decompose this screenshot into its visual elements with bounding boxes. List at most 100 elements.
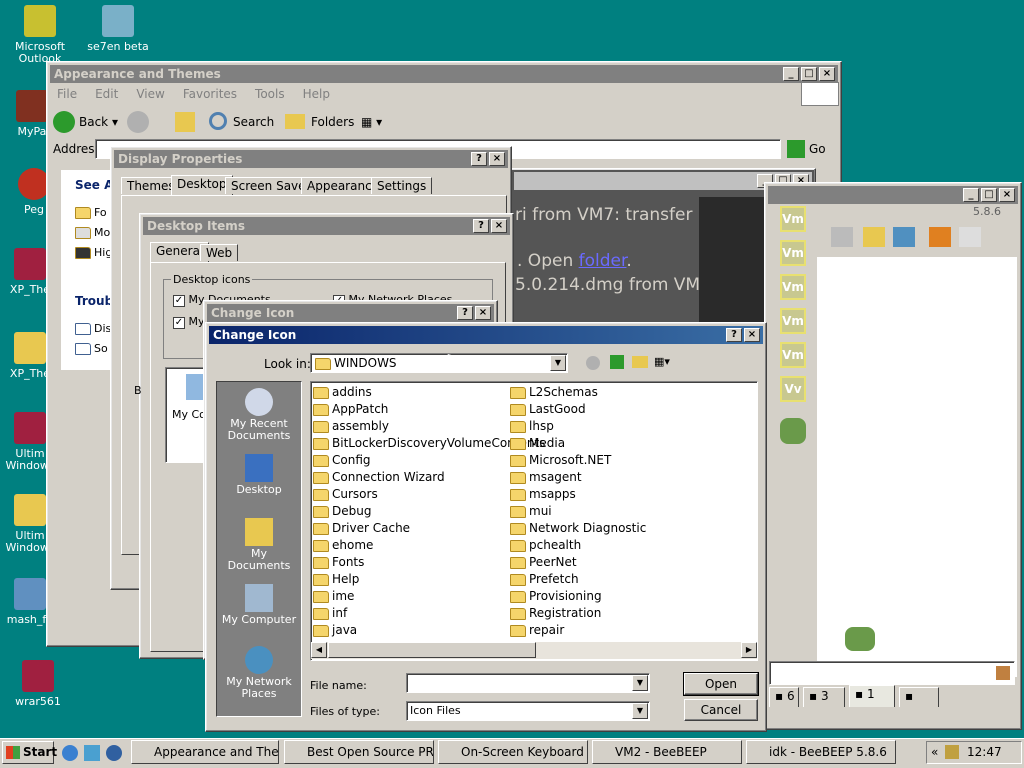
folder-list-item[interactable]: Registration [510,605,601,622]
display-properties-title-bar[interactable]: Display Properties ? × [114,150,508,168]
place-my-computer[interactable]: My Computer [219,584,299,626]
tab-groups[interactable]: ▪ 3 [803,687,845,707]
quick-launch-app-icon[interactable] [84,745,100,761]
folder-list-item[interactable]: lhsp [510,418,554,435]
folder-list-item[interactable]: assembly [313,418,389,435]
folder-list-item[interactable]: Connection Wizard [313,469,445,486]
taskbar-item-idk-beebeep[interactable]: idk - BeeBEEP 5.8.6 [746,740,896,764]
scroll-right-icon[interactable]: ▶ [741,642,757,658]
close-button[interactable]: × [744,328,760,342]
folder-list-item[interactable]: java [313,622,357,639]
trouble-item[interactable]: So [75,342,108,355]
edit-icon[interactable] [863,227,885,247]
close-button[interactable]: × [475,306,491,320]
folder-link[interactable]: folder [579,251,627,271]
tab-users[interactable]: ▪ 1 [849,685,895,707]
chevron-down-icon[interactable]: ▼ [632,703,648,719]
tray-app-icon[interactable] [945,745,959,759]
folder-list-item[interactable]: Media [510,435,565,452]
folder-list-item[interactable]: L2Schemas [510,384,598,401]
place-my-recent-documents[interactable]: My Recent Documents [219,388,299,442]
tab-desktop[interactable]: Desktop [171,175,233,195]
chevron-down-icon[interactable]: ▼ [550,355,566,371]
folder-list-item[interactable]: Fonts [313,554,364,571]
folder-list-item[interactable]: Cursors [313,486,378,503]
scroll-thumb[interactable] [328,642,536,658]
tab-chats[interactable]: ▪ 6 [769,687,799,707]
folder-list-item[interactable]: inf [313,605,347,622]
folder-list-item[interactable]: Network Diagnostic [510,520,646,537]
beebeep-title-bar[interactable]: _ □ × [768,186,1018,204]
vm-button-6[interactable]: Vv [780,376,806,402]
quick-launch-media-icon[interactable] [106,745,122,761]
back-nav-icon[interactable] [586,356,600,370]
folder-list-item[interactable]: mui [510,503,552,520]
chevron-down-icon[interactable]: ▼ [632,675,648,691]
folder-list-item[interactable]: Microsoft.NET [510,452,611,469]
start-button[interactable]: Start [2,741,57,764]
vm-button-2[interactable]: Vm [780,240,806,266]
close-button[interactable]: × [819,67,835,81]
beebeep-message-input[interactable] [769,661,1015,685]
scroll-left-icon[interactable]: ◀ [311,642,327,658]
folder-list-item[interactable]: ehome [313,537,373,554]
folder-list-item[interactable]: Provisioning [510,588,602,605]
view-menu-icon[interactable]: ▦▾ [654,355,678,369]
folder-list-item[interactable]: pchealth [510,537,581,554]
folder-list-item[interactable]: msapps [510,486,576,503]
folder-list-item[interactable]: repair [510,622,564,639]
up-folder-icon[interactable] [175,112,195,132]
look-in-dropdown[interactable]: WINDOWS ▼ [310,353,568,373]
search-button[interactable]: Search [207,110,274,134]
go-button[interactable]: Go [787,140,826,158]
tray-expand-icon[interactable]: « [931,742,938,763]
users-group-icon[interactable] [780,418,806,444]
help-button[interactable]: ? [471,152,487,166]
close-button[interactable]: × [999,188,1015,202]
vm-button-1[interactable]: Vm [780,206,806,232]
menu-favorites[interactable]: Favorites [183,87,237,101]
tab-settings[interactable]: Settings [371,177,433,194]
taskbar-item-appearance[interactable]: Appearance and Themes [131,740,279,764]
vm-button-4[interactable]: Vm [780,308,806,334]
tab-web[interactable]: Web [200,244,239,261]
back-button[interactable]: Back ▾ [53,110,118,134]
folder-list-item[interactable]: AppPatch [313,401,388,418]
file-list[interactable]: addins AppPatch assembly BitLockerDiscovery… [310,381,758,661]
minimize-button[interactable]: _ [963,188,979,202]
message-icon[interactable] [831,227,853,247]
close-button[interactable]: × [489,152,505,166]
trash-icon[interactable] [959,227,981,247]
close-button[interactable]: × [491,219,507,233]
taskbar-item-onscreen-keyboard[interactable]: On-Screen Keyboard [438,740,588,764]
folder-list-item[interactable]: PeerNet [510,554,577,571]
file-name-input[interactable]: ▼ [406,673,650,693]
place-desktop[interactable]: Desktop [219,454,299,496]
help-button[interactable]: ? [726,328,742,342]
tab-share[interactable]: ▪ [899,687,939,707]
trouble-item[interactable]: Dis [75,322,111,335]
taskbar-item-vm2-beebeep[interactable]: VM2 - BeeBEEP [592,740,742,764]
folder-list-item[interactable]: Help [313,571,359,588]
help-button[interactable]: ? [457,306,473,320]
my-computer-checkbox[interactable]: ✓ My [173,315,205,329]
folder-list-item[interactable]: Driver Cache [313,520,410,537]
horizontal-scrollbar[interactable]: ◀ ▶ [311,642,757,659]
desktop-items-title-bar[interactable]: Desktop Items ? × [143,217,510,235]
menu-tools[interactable]: Tools [255,87,285,101]
folder-list-item[interactable]: msagent [510,469,582,486]
menu-view[interactable]: View [136,87,164,101]
vm-button-3[interactable]: Vm [780,274,806,300]
see-also-item[interactable]: Mo [75,226,110,239]
new-folder-icon[interactable] [632,356,648,368]
see-also-item[interactable]: Hig [75,246,112,259]
up-folder-icon[interactable] [610,355,624,369]
brush-icon[interactable] [996,666,1010,680]
forward-arrow-icon[interactable] [127,111,149,133]
menu-edit[interactable]: Edit [95,87,118,101]
taskbar-item-best-open-source[interactable]: Best Open Source PRO... [284,740,434,764]
folders-button[interactable]: Folders [285,110,354,134]
cancel-button[interactable]: Cancel [684,699,758,721]
minimize-button[interactable]: _ [783,67,799,81]
folder-list-item[interactable]: addins [313,384,372,401]
